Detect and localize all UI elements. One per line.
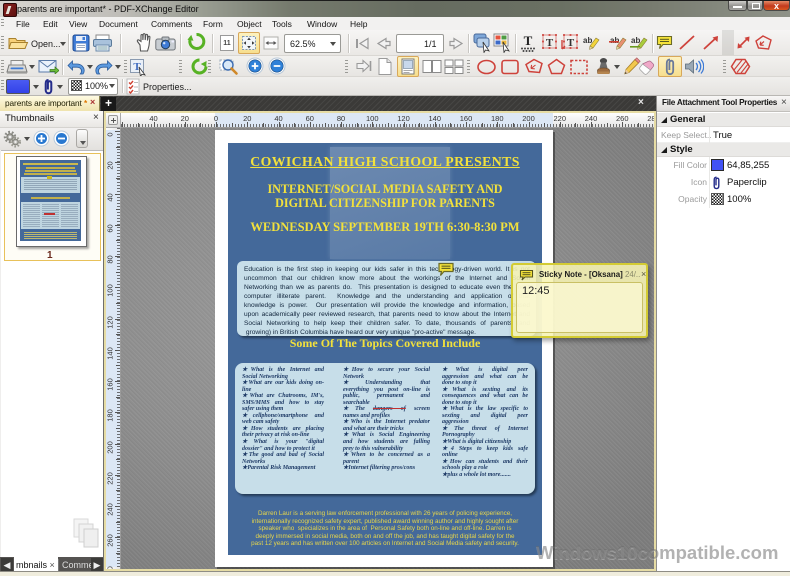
svg-text:11: 11 [223, 40, 231, 47]
svg-text:ab: ab [610, 36, 619, 45]
svg-text:T: T [546, 37, 554, 49]
svg-text:T: T [524, 33, 533, 48]
svg-text:T: T [567, 37, 575, 49]
svg-text:ab: ab [631, 36, 640, 45]
svg-text:ab: ab [583, 36, 592, 45]
